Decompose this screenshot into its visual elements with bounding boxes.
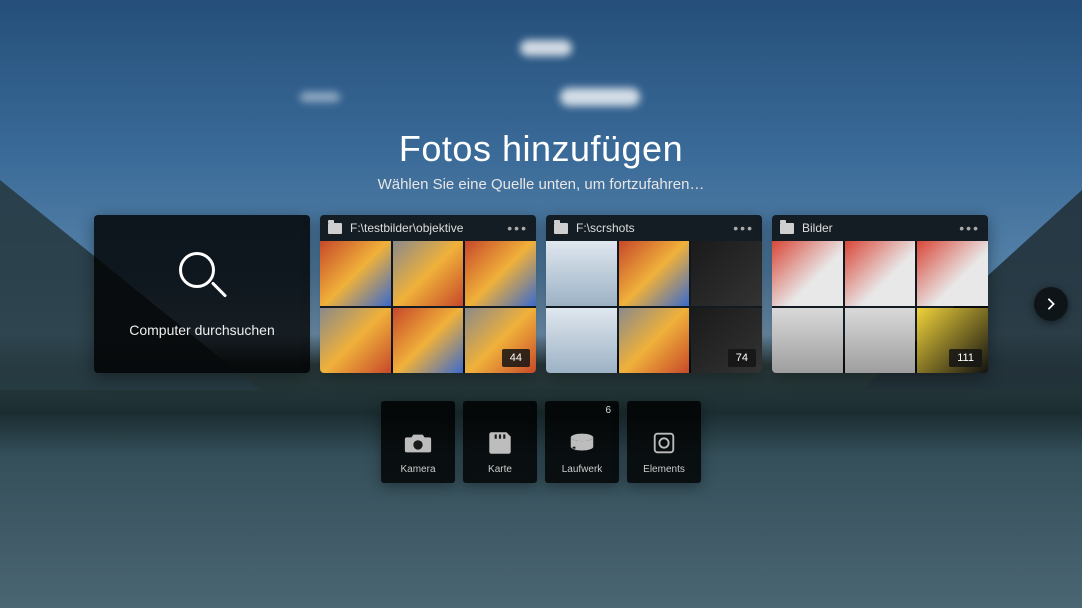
folder-icon <box>554 223 568 234</box>
folder-thumbnails: 74 <box>546 241 762 373</box>
thumbnail[interactable] <box>393 241 464 306</box>
thumbnail[interactable] <box>320 241 391 306</box>
page-subtitle: Wählen Sie eine Quelle unten, um fortzuf… <box>378 176 705 193</box>
folder-header: Bilder ••• <box>772 215 988 241</box>
source-cards-row: Computer durchsuchen F:\testbilder\objek… <box>94 215 988 373</box>
device-sources-row: Kamera Karte 6 Laufwerk <box>381 401 701 483</box>
source-label: Laufwerk <box>562 464 603 475</box>
next-page-button[interactable] <box>1034 287 1068 321</box>
folder-name: F:\scrshots <box>576 221 725 235</box>
folder-thumbnails: 44 <box>320 241 536 373</box>
page-title: Fotos hinzufügen <box>399 128 683 170</box>
thumbnail[interactable] <box>393 308 464 373</box>
more-count-badge: 111 <box>949 349 982 367</box>
source-elements[interactable]: Elements <box>627 401 701 483</box>
more-count-badge: 44 <box>502 349 530 367</box>
chevron-right-icon <box>1044 297 1058 311</box>
thumbnail[interactable] <box>619 241 690 306</box>
folder-more-button[interactable]: ••• <box>507 221 528 235</box>
folder-more-button[interactable]: ••• <box>733 221 754 235</box>
thumbnail[interactable] <box>772 308 843 373</box>
thumbnail[interactable]: 44 <box>465 308 536 373</box>
thumbnail[interactable] <box>619 308 690 373</box>
folder-icon <box>328 223 342 234</box>
folder-name: F:\testbilder\objektive <box>350 221 499 235</box>
elements-icon <box>649 430 679 456</box>
thumbnail[interactable] <box>845 241 916 306</box>
thumbnail[interactable]: 74 <box>691 308 762 373</box>
folder-icon <box>780 223 794 234</box>
folder-card[interactable]: F:\scrshots ••• 74 <box>546 215 762 373</box>
thumbnail[interactable] <box>772 241 843 306</box>
search-computer-card[interactable]: Computer durchsuchen <box>94 215 310 373</box>
folder-header: F:\scrshots ••• <box>546 215 762 241</box>
thumbnail[interactable] <box>546 241 617 306</box>
drive-count-badge: 6 <box>605 405 611 416</box>
source-label: Karte <box>488 464 512 475</box>
search-computer-label: Computer durchsuchen <box>129 322 275 338</box>
thumbnail[interactable] <box>465 241 536 306</box>
thumbnail[interactable]: 111 <box>917 308 988 373</box>
thumbnail[interactable] <box>320 308 391 373</box>
more-count-badge: 74 <box>728 349 756 367</box>
folder-more-button[interactable]: ••• <box>959 221 980 235</box>
source-camera[interactable]: Kamera <box>381 401 455 483</box>
folder-card[interactable]: Bilder ••• 111 <box>772 215 988 373</box>
folder-card[interactable]: F:\testbilder\objektive ••• 44 <box>320 215 536 373</box>
source-card[interactable]: Karte <box>463 401 537 483</box>
drive-icon <box>567 430 597 456</box>
source-label: Elements <box>643 464 685 475</box>
folder-thumbnails: 111 <box>772 241 988 373</box>
search-icon <box>175 250 229 304</box>
thumbnail[interactable] <box>917 241 988 306</box>
thumbnail[interactable] <box>845 308 916 373</box>
folder-name: Bilder <box>802 221 951 235</box>
camera-icon <box>403 430 433 456</box>
folder-header: F:\testbilder\objektive ••• <box>320 215 536 241</box>
thumbnail[interactable] <box>546 308 617 373</box>
source-label: Kamera <box>400 464 435 475</box>
source-drive[interactable]: 6 Laufwerk <box>545 401 619 483</box>
sd-card-icon <box>485 430 515 456</box>
thumbnail[interactable] <box>691 241 762 306</box>
